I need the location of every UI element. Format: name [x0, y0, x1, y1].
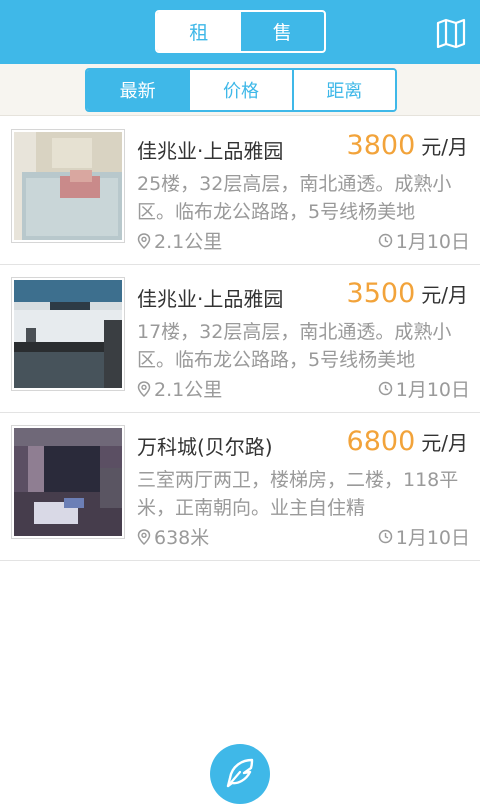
listing-photo — [11, 129, 125, 243]
location-pin-icon — [137, 528, 151, 545]
price-value: 3800 — [346, 130, 416, 161]
location-pin-icon — [137, 232, 151, 249]
listing-distance: 2.1公里 — [137, 227, 222, 254]
sort-switch: 最新 价格 距离 — [85, 68, 397, 112]
clock-icon — [378, 233, 392, 248]
listing-description: 17楼，32层高层，南北通透。成熟小区。临布龙公路路，5号线杨美地 — [137, 321, 452, 371]
feather-icon — [226, 758, 254, 788]
distance-text: 638米 — [154, 527, 210, 549]
sort-newest[interactable]: 最新 — [87, 70, 189, 110]
listing-date: 1月10日 — [378, 375, 470, 402]
sort-bar: 最新 价格 距离 — [0, 64, 480, 116]
date-text: 1月10日 — [395, 231, 470, 253]
listing-description: 三室两厅两卫，楼梯房，二楼，118平米，正南朝向。业主自住精 — [137, 469, 459, 519]
date-text: 1月10日 — [395, 379, 470, 401]
listing-description: 25楼，32层高层，南北通透。成熟小区。临布龙公路路，5号线杨美地 — [137, 173, 452, 223]
publish-button[interactable] — [210, 744, 270, 804]
list-item[interactable]: 佳兆业·上品雅园 3500 元/月 17楼，32层高层，南北通透。成熟小区。临布龙… — [0, 265, 480, 413]
listing-title: 万科城(贝尔路) — [137, 435, 273, 459]
tab-sale[interactable]: 售 — [241, 12, 325, 51]
listing-meta: 638米 1月10日 — [137, 523, 470, 549]
list-item[interactable]: 万科城(贝尔路) 6800 元/月 三室两厅两卫，楼梯房，二楼，118平米，正南朝… — [0, 413, 480, 561]
clock-icon — [378, 381, 392, 396]
listing-price: 3800 元/月 — [347, 130, 468, 161]
date-text: 1月10日 — [395, 527, 470, 549]
rent-sale-switch: 租 售 — [155, 10, 326, 53]
listing-title: 佳兆业·上品雅园 — [137, 287, 284, 311]
listing-title: 佳兆业·上品雅园 — [137, 139, 284, 163]
listing-distance: 2.1公里 — [137, 375, 222, 402]
location-pin-icon — [137, 380, 151, 397]
listing-list: 佳兆业·上品雅园 3800 元/月 25楼，32层高层，南北通透。成熟小区。临布龙… — [0, 117, 480, 561]
distance-text: 2.1公里 — [154, 231, 223, 253]
list-item[interactable]: 佳兆业·上品雅园 3800 元/月 25楼，32层高层，南北通透。成熟小区。临布龙… — [0, 117, 480, 265]
listing-distance: 638米 — [137, 523, 209, 550]
map-icon[interactable] — [436, 18, 466, 49]
price-value: 3500 — [346, 278, 416, 309]
listing-meta: 2.1公里 1月10日 — [137, 375, 470, 401]
sort-price[interactable]: 价格 — [188, 70, 292, 110]
listing-date: 1月10日 — [378, 523, 470, 550]
price-unit: 元/月 — [421, 283, 468, 307]
listing-price: 3500 元/月 — [347, 278, 468, 309]
price-unit: 元/月 — [421, 135, 468, 159]
price-value: 6800 — [346, 426, 416, 457]
listing-price: 6800 元/月 — [347, 426, 468, 457]
listing-meta: 2.1公里 1月10日 — [137, 227, 470, 253]
clock-icon — [378, 529, 392, 544]
top-bar: 租 售 — [0, 0, 480, 64]
price-unit: 元/月 — [421, 431, 468, 455]
sort-distance[interactable]: 距离 — [291, 70, 395, 110]
listing-photo — [11, 425, 125, 539]
listing-date: 1月10日 — [378, 227, 470, 254]
tab-rent[interactable]: 租 — [157, 12, 241, 51]
listing-photo — [11, 277, 125, 391]
distance-text: 2.1公里 — [154, 379, 223, 401]
